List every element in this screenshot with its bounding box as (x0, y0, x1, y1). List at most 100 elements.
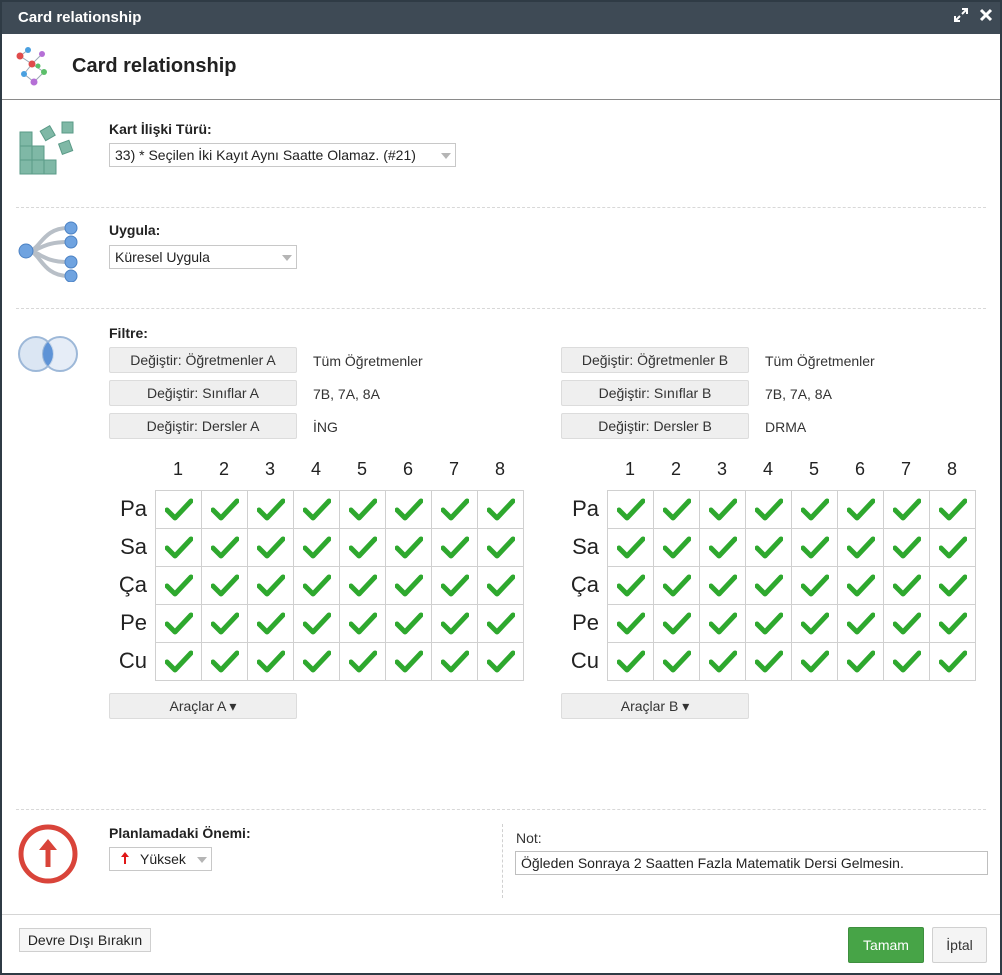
timeslot-cell[interactable] (699, 642, 746, 681)
timeslot-cell[interactable] (431, 528, 478, 567)
timeslot-cell[interactable] (247, 604, 294, 643)
period-header[interactable]: 7 (431, 459, 477, 480)
note-input[interactable] (515, 851, 988, 875)
timeslot-cell[interactable] (837, 642, 884, 681)
timeslot-cell[interactable] (883, 528, 930, 567)
timeslot-cell[interactable] (929, 566, 976, 605)
maximize-icon[interactable] (952, 8, 970, 26)
tools-a-button[interactable]: Araçlar A ▾ (109, 693, 297, 719)
timeslot-cell[interactable] (745, 566, 792, 605)
change-classes-b-button[interactable]: Değiştir: Sınıflar B (561, 380, 749, 406)
period-header[interactable]: 2 (201, 459, 247, 480)
day-label[interactable]: Pa (559, 496, 599, 522)
period-header[interactable]: 1 (155, 459, 201, 480)
apply-select[interactable]: Küresel Uygula (109, 245, 297, 269)
timeslot-cell[interactable] (477, 528, 524, 567)
period-header[interactable]: 6 (385, 459, 431, 480)
period-header[interactable]: 7 (883, 459, 929, 480)
timeslot-cell[interactable] (339, 490, 386, 529)
timeslot-cell[interactable] (477, 490, 524, 529)
timeslot-cell[interactable] (837, 566, 884, 605)
timeslot-cell[interactable] (155, 642, 202, 681)
timeslot-cell[interactable] (201, 528, 248, 567)
timeslot-cell[interactable] (201, 642, 248, 681)
timeslot-cell[interactable] (293, 528, 340, 567)
timeslot-cell[interactable] (293, 490, 340, 529)
timeslot-cell[interactable] (653, 490, 700, 529)
timeslot-cell[interactable] (791, 642, 838, 681)
day-label[interactable]: Ça (107, 572, 147, 598)
period-header[interactable]: 4 (745, 459, 791, 480)
timeslot-cell[interactable] (929, 642, 976, 681)
timeslot-cell[interactable] (385, 566, 432, 605)
timeslot-cell[interactable] (791, 528, 838, 567)
period-header[interactable]: 3 (247, 459, 293, 480)
day-label[interactable]: Pa (107, 496, 147, 522)
timeslot-cell[interactable] (607, 566, 654, 605)
period-header[interactable]: 1 (607, 459, 653, 480)
timeslot-cell[interactable] (155, 566, 202, 605)
timeslot-cell[interactable] (699, 604, 746, 643)
timeslot-cell[interactable] (155, 604, 202, 643)
timeslot-cell[interactable] (385, 528, 432, 567)
timeslot-cell[interactable] (699, 490, 746, 529)
timeslot-cell[interactable] (837, 528, 884, 567)
timeslot-cell[interactable] (201, 566, 248, 605)
timeslot-cell[interactable] (929, 490, 976, 529)
period-header[interactable]: 4 (293, 459, 339, 480)
timeslot-cell[interactable] (699, 528, 746, 567)
timeslot-cell[interactable] (293, 566, 340, 605)
change-teachers-a-button[interactable]: Değiştir: Öğretmenler A (109, 347, 297, 373)
timeslot-cell[interactable] (883, 604, 930, 643)
change-subjects-a-button[interactable]: Değiştir: Dersler A (109, 413, 297, 439)
timeslot-cell[interactable] (247, 490, 294, 529)
importance-select[interactable]: Yüksek (109, 847, 212, 871)
timeslot-cell[interactable] (293, 642, 340, 681)
timeslot-cell[interactable] (431, 604, 478, 643)
timeslot-cell[interactable] (247, 528, 294, 567)
day-label[interactable]: Pe (559, 610, 599, 636)
timeslot-cell[interactable] (791, 490, 838, 529)
timeslot-cell[interactable] (745, 604, 792, 643)
timeslot-cell[interactable] (293, 604, 340, 643)
timeslot-cell[interactable] (385, 642, 432, 681)
timeslot-cell[interactable] (155, 528, 202, 567)
timeslot-cell[interactable] (607, 490, 654, 529)
period-header[interactable]: 6 (837, 459, 883, 480)
timeslot-cell[interactable] (653, 528, 700, 567)
period-header[interactable]: 5 (339, 459, 385, 480)
timeslot-cell[interactable] (745, 528, 792, 567)
timeslot-cell[interactable] (477, 642, 524, 681)
timeslot-cell[interactable] (477, 604, 524, 643)
timeslot-cell[interactable] (339, 528, 386, 567)
timeslot-cell[interactable] (837, 490, 884, 529)
timeslot-cell[interactable] (201, 490, 248, 529)
day-label[interactable]: Ça (559, 572, 599, 598)
period-header[interactable]: 8 (477, 459, 523, 480)
timeslot-cell[interactable] (607, 642, 654, 681)
day-label[interactable]: Sa (559, 534, 599, 560)
timeslot-cell[interactable] (247, 642, 294, 681)
timeslot-cell[interactable] (385, 490, 432, 529)
day-label[interactable]: Pe (107, 610, 147, 636)
timeslot-cell[interactable] (431, 566, 478, 605)
period-header[interactable]: 5 (791, 459, 837, 480)
timeslot-cell[interactable] (791, 604, 838, 643)
timeslot-cell[interactable] (837, 604, 884, 643)
timeslot-cell[interactable] (883, 566, 930, 605)
period-header[interactable]: 8 (929, 459, 975, 480)
ok-button[interactable]: Tamam (848, 927, 924, 963)
timeslot-cell[interactable] (883, 642, 930, 681)
timeslot-cell[interactable] (653, 566, 700, 605)
timeslot-cell[interactable] (607, 604, 654, 643)
timeslot-cell[interactable] (431, 490, 478, 529)
change-subjects-b-button[interactable]: Değiştir: Dersler B (561, 413, 749, 439)
day-label[interactable]: Cu (107, 648, 147, 674)
day-label[interactable]: Cu (559, 648, 599, 674)
timeslot-cell[interactable] (431, 642, 478, 681)
timeslot-cell[interactable] (201, 604, 248, 643)
timeslot-cell[interactable] (929, 528, 976, 567)
change-classes-a-button[interactable]: Değiştir: Sınıflar A (109, 380, 297, 406)
timeslot-cell[interactable] (155, 490, 202, 529)
period-header[interactable]: 2 (653, 459, 699, 480)
